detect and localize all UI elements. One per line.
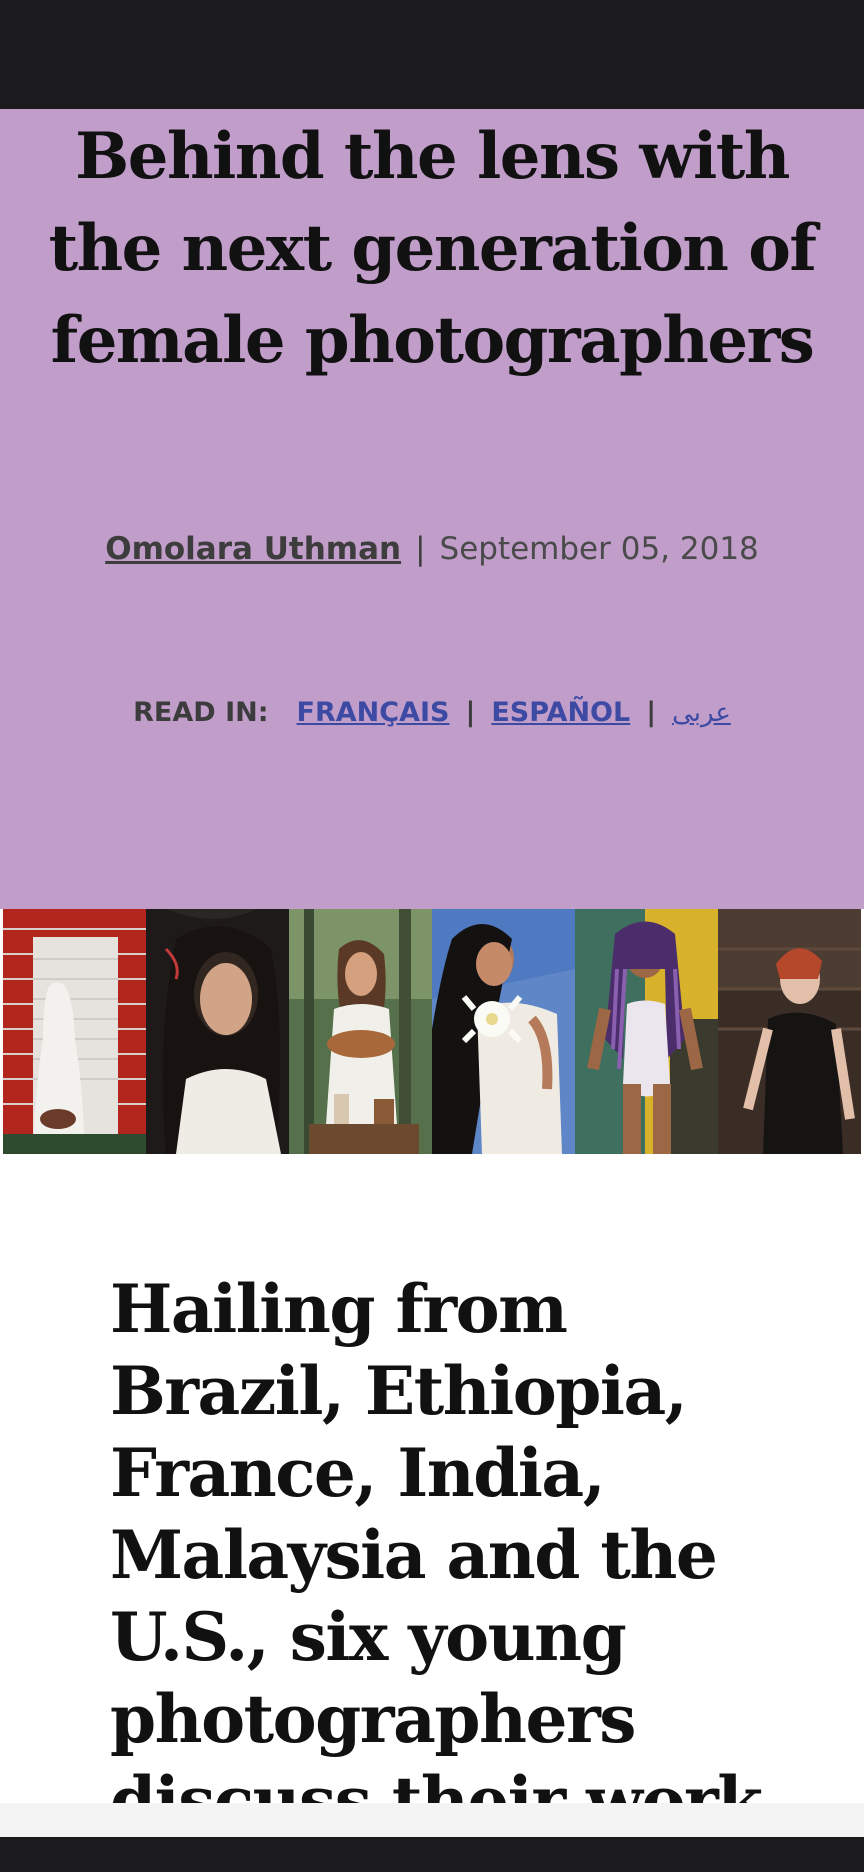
language-selector: READ IN: FRANÇAIS | ESPAÑOL | عربى <box>0 695 864 731</box>
photo-woman-red-hair <box>718 909 861 1154</box>
language-link-spanish[interactable]: ESPAÑOL <box>491 697 630 728</box>
photo-woman-with-flower <box>432 909 575 1154</box>
article-headline: Behind the lens with the next generation… <box>48 119 817 378</box>
byline-separator: | <box>415 531 426 567</box>
photo-woman-eyes-closed <box>146 909 289 1154</box>
author-link[interactable]: Omolara Uthman <box>105 531 401 567</box>
photo-red-wall-white-robe <box>3 909 146 1154</box>
language-separator: | <box>465 697 476 728</box>
article-lede: Hailing from Brazil, Ethiopia, France, I… <box>110 1270 763 1840</box>
publish-date: September 05, 2018 <box>439 531 759 567</box>
language-link-arabic[interactable]: عربى <box>672 698 731 728</box>
navigation-bar <box>0 1837 864 1872</box>
language-link-french[interactable]: FRANÇAIS <box>297 697 450 728</box>
photo-woman-braids-bodysuit <box>575 909 718 1154</box>
article-hero: Behind the lens with the next generation… <box>0 109 864 909</box>
bottom-fade <box>0 1803 864 1837</box>
read-in-label: READ IN: <box>133 697 269 728</box>
language-separator: | <box>646 697 657 728</box>
photo-strip <box>3 909 861 1154</box>
byline: Omolara Uthman | September 05, 2018 <box>0 529 864 569</box>
photo-woman-holding-bowl <box>289 909 432 1154</box>
status-bar <box>0 0 864 109</box>
